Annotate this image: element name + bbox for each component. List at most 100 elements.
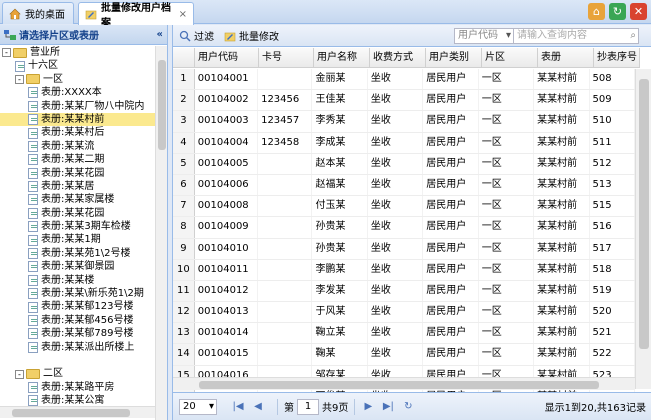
tree-item[interactable]: 表册:某某村后 xyxy=(0,126,155,139)
table-cell: 00104001 xyxy=(195,69,259,90)
filter-button[interactable]: 过滤 xyxy=(179,28,214,43)
column-header[interactable]: 用户名称 xyxy=(314,48,370,67)
tree-horizontal-scrollbar[interactable] xyxy=(0,406,155,418)
tree-folder[interactable]: - 二区 xyxy=(0,367,155,380)
tree-item-label: 表册:某某苑1\2号楼 xyxy=(41,247,131,259)
table-cell: 00104012 xyxy=(195,280,259,302)
tree-item[interactable]: 表册:某某花园 xyxy=(0,167,155,180)
close-window-icon[interactable]: ✕ xyxy=(630,3,647,20)
table-row[interactable]: 10 00104011 李鹏某 坐收 居民用户 一区 某某村前 518 xyxy=(173,259,635,281)
table-row[interactable]: 11 00104012 李发某 坐收 居民用户 一区 某某村前 519 xyxy=(173,280,635,303)
tree-item[interactable]: 表册:某某路平房 xyxy=(0,381,155,394)
table-row[interactable]: 13 00104014 鞠立某 坐收 居民用户 一区 某某村前 521 xyxy=(173,323,635,345)
tree-item[interactable]: 表册:某某二期 xyxy=(0,153,155,166)
tree-item[interactable]: 表册:某某花园 xyxy=(0,207,155,220)
table-cell xyxy=(258,323,313,344)
search-field-select[interactable]: 用户代码 ▾ xyxy=(454,28,514,44)
column-header[interactable]: 用户类别 xyxy=(426,48,482,67)
home-icon[interactable]: ⌂ xyxy=(588,3,605,20)
table-row[interactable]: 1 00104001 金丽某 坐收 居民用户 一区 某某村前 508 xyxy=(173,69,635,91)
expand-toggle-icon[interactable]: - xyxy=(15,369,24,379)
table-cell: 513 xyxy=(590,174,635,196)
table-row[interactable]: 3 00104003 123457 李秀某 坐收 居民用户 一区 某某村前 510 xyxy=(173,111,635,133)
tab-my-desktop[interactable]: 我的桌面 xyxy=(2,2,74,24)
first-page-icon[interactable]: |◀ xyxy=(231,401,245,412)
prev-page-icon[interactable]: ◀ xyxy=(251,401,265,412)
table-row[interactable]: 5 00104005 赵本某 坐收 居民用户 一区 某某村前 512 xyxy=(173,153,635,175)
tree-item-label: 表册:某某郁123号楼 xyxy=(41,301,134,313)
table-cell xyxy=(258,344,313,365)
tree-item[interactable]: 表册:某某村前 xyxy=(0,112,155,127)
next-page-icon[interactable]: ▶ xyxy=(361,401,375,412)
table-cell: 居民用户 xyxy=(423,238,479,259)
table-cell xyxy=(258,174,313,196)
expand-toggle-icon[interactable]: - xyxy=(2,48,11,58)
tree-item[interactable]: 表册:某某御景园 xyxy=(0,260,155,273)
grid-vertical-scrollbar[interactable] xyxy=(635,69,651,389)
tree-item[interactable]: 表册:某某居 xyxy=(0,180,155,193)
search-icon[interactable]: ⌕ xyxy=(630,29,636,43)
tree-item[interactable]: 表册:某某流 xyxy=(0,140,155,153)
tree-item[interactable] xyxy=(0,354,155,367)
table-row[interactable]: 9 00104010 孙贵某 坐收 居民用户 一区 某某村前 517 xyxy=(173,238,635,260)
table-cell: 509 xyxy=(590,90,635,111)
tree-item-label: 表册:某某御景园 xyxy=(41,261,115,273)
tree-item-label: 表册:某某厂物八中院内 xyxy=(41,100,145,112)
column-header[interactable]: 用户代码 xyxy=(195,48,259,67)
search-input[interactable]: 请输入查询内容 ⌕ xyxy=(513,28,639,44)
column-header[interactable]: 卡号 xyxy=(259,48,314,67)
grid-header: 用户代码 卡号 用户名称 收费方式 用户类别 片区 表册 抄表序号 xyxy=(173,48,640,68)
table-row[interactable]: 14 00104015 鞠某 坐收 居民用户 一区 某某村前 522 xyxy=(173,344,635,366)
tree-item[interactable]: 表册:某某郁456号楼 xyxy=(0,314,155,327)
column-header[interactable] xyxy=(173,48,195,67)
tab-batch-edit[interactable]: 批量修改用户档案 × xyxy=(78,2,194,29)
page-number-input[interactable]: 1 xyxy=(297,398,319,415)
table-row[interactable]: 8 00104009 孙贵某 坐收 居民用户 一区 某某村前 516 xyxy=(173,217,635,239)
tree-item[interactable]: 表册:某某郁123号楼 xyxy=(0,300,155,313)
column-header[interactable]: 表册 xyxy=(538,48,594,67)
batch-edit-button[interactable]: 批量修改 xyxy=(224,28,279,43)
tree-item[interactable]: 表册:某某派出所楼上 xyxy=(0,341,155,354)
column-header[interactable]: 片区 xyxy=(482,48,538,67)
tree-item[interactable]: 表册:某某1期 xyxy=(0,233,155,246)
row-number: 2 xyxy=(173,90,195,111)
tree-item[interactable]: 表册:某某3期车检楼 xyxy=(0,220,155,233)
close-icon[interactable]: × xyxy=(179,9,187,20)
tree-item[interactable]: 表册:XXXX本 xyxy=(0,86,155,99)
row-number: 12 xyxy=(173,302,195,323)
tree-folder[interactable]: - 营业所 xyxy=(0,46,155,59)
collapse-panel-icon[interactable]: « xyxy=(157,29,163,40)
tree-item[interactable]: 表册:某某\新乐苑1\2期 xyxy=(0,287,155,300)
tree-item-label: 表册:某某路平房 xyxy=(41,381,115,393)
row-number: 7 xyxy=(173,196,195,217)
expand-toggle-icon[interactable]: - xyxy=(15,74,24,84)
column-header[interactable]: 抄表序号 xyxy=(594,48,640,67)
grid-horizontal-scrollbar[interactable] xyxy=(173,377,635,390)
table-row[interactable]: 4 00104004 123458 李成某 坐收 居民用户 一区 某某村前 511 xyxy=(173,132,635,154)
page-size-select[interactable]: 20 ▾ xyxy=(179,398,217,415)
tree-item[interactable]: 表册:某某厂物八中院内 xyxy=(0,100,155,113)
table-row[interactable]: 7 00104008 付玉某 坐收 居民用户 一区 某某村前 515 xyxy=(173,196,635,218)
table-row[interactable]: 6 00104006 赵福某 坐收 居民用户 一区 某某村前 513 xyxy=(173,174,635,197)
tree-item[interactable]: 表册:某某郁789号楼 xyxy=(0,327,155,340)
row-number: 8 xyxy=(173,217,195,238)
table-cell: 00104008 xyxy=(195,196,259,217)
tree-item[interactable]: 表册:某某家属楼 xyxy=(0,193,155,206)
table-cell: 坐收 xyxy=(368,196,424,217)
refresh-icon[interactable]: ↻ xyxy=(609,3,626,20)
table-row[interactable]: 12 00104013 于风某 坐收 居民用户 一区 某某村前 520 xyxy=(173,302,635,324)
table-cell: 居民用户 xyxy=(423,132,479,153)
tree-panel: 请选择片区或表册 « - 营业所 十六区 - 一区 表册:XXXX本 表册:某某厂物八中院内… xyxy=(0,25,168,420)
tree-vertical-scrollbar[interactable] xyxy=(155,46,167,420)
tree-folder[interactable]: - 一区 xyxy=(0,73,155,86)
refresh-icon[interactable]: ↻ xyxy=(401,401,415,412)
tree-item[interactable]: 表册:某某公寓 xyxy=(0,394,155,406)
column-header[interactable]: 收费方式 xyxy=(370,48,426,67)
tree-item[interactable]: 表册:某某苑1\2号楼 xyxy=(0,247,155,260)
last-page-icon[interactable]: ▶| xyxy=(381,401,395,412)
tree-item[interactable]: 表册:某某楼 xyxy=(0,274,155,287)
tree-item[interactable]: 十六区 xyxy=(0,59,155,72)
table-row[interactable]: 2 00104002 123456 王佳某 坐收 居民用户 一区 某某村前 509 xyxy=(173,90,635,112)
document-icon xyxy=(15,60,25,72)
row-number: 9 xyxy=(173,238,195,259)
